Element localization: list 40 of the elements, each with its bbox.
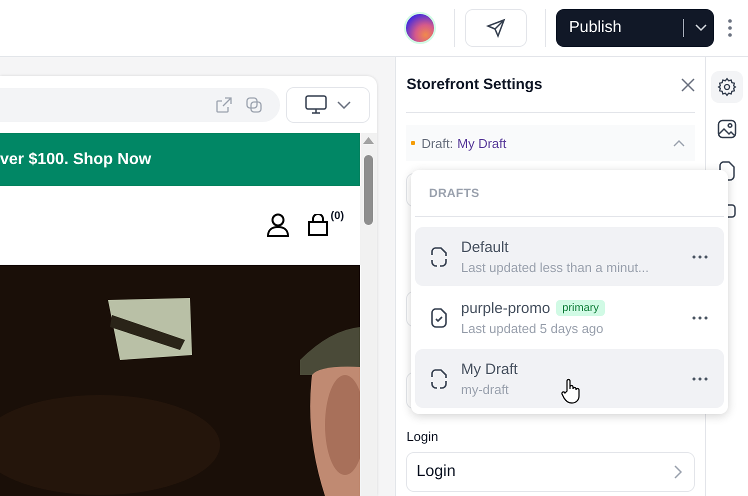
- monitor-icon: [305, 94, 327, 114]
- more-icon[interactable]: [692, 316, 708, 320]
- checked-file-icon: [431, 308, 447, 328]
- close-icon[interactable]: [681, 78, 696, 92]
- image-icon: [717, 119, 738, 139]
- field-label: Login: [406, 429, 440, 444]
- draft-name: Default: [461, 238, 509, 256]
- dashed-file-icon: [431, 368, 447, 388]
- user-icon[interactable]: [266, 213, 289, 237]
- more-icon[interactable]: [728, 19, 732, 37]
- draft-subtitle: Last updated 5 days ago: [461, 320, 604, 336]
- draft-name: My Draft: [461, 360, 518, 378]
- send-button[interactable]: [465, 9, 527, 47]
- draft-item[interactable]: Default Last updated less than a minut...: [415, 227, 724, 286]
- send-icon: [486, 18, 506, 38]
- draft-selector[interactable]: Draft: My Draft: [406, 125, 696, 161]
- primary-badge: primary: [556, 300, 605, 316]
- draft-name: purple-promo: [461, 300, 550, 316]
- device-button[interactable]: [286, 86, 370, 122]
- scrollbar-thumb[interactable]: [364, 155, 373, 225]
- chevron-down-icon: [337, 100, 351, 108]
- draft-subtitle: Last updated less than a minut...: [461, 260, 649, 274]
- more-icon[interactable]: [692, 376, 708, 380]
- dashed-file-icon: [431, 246, 447, 266]
- chevron-right-icon: [674, 465, 682, 479]
- draft-item[interactable]: My Draft my-draft: [415, 349, 724, 408]
- cart-count: (0): [330, 210, 344, 222]
- hand-cursor-icon: [561, 378, 581, 404]
- settings-icon: [717, 77, 738, 97]
- input-field[interactable]: Login: [406, 452, 696, 492]
- promo-banner[interactable]: ver $100. Shop Now: [0, 133, 360, 186]
- menu-heading: DRAFTS: [415, 170, 724, 217]
- publish-button[interactable]: Publish: [556, 9, 714, 47]
- avatar[interactable]: [404, 12, 436, 44]
- rail-tab[interactable]: [711, 71, 744, 103]
- draft-subtitle: my-draft: [461, 382, 509, 396]
- more-icon[interactable]: [692, 254, 708, 258]
- panel-title: Storefront Settings: [406, 76, 542, 93]
- promo-text: ver $100. Shop Now: [0, 150, 152, 168]
- shopping-bag-icon[interactable]: [306, 214, 329, 236]
